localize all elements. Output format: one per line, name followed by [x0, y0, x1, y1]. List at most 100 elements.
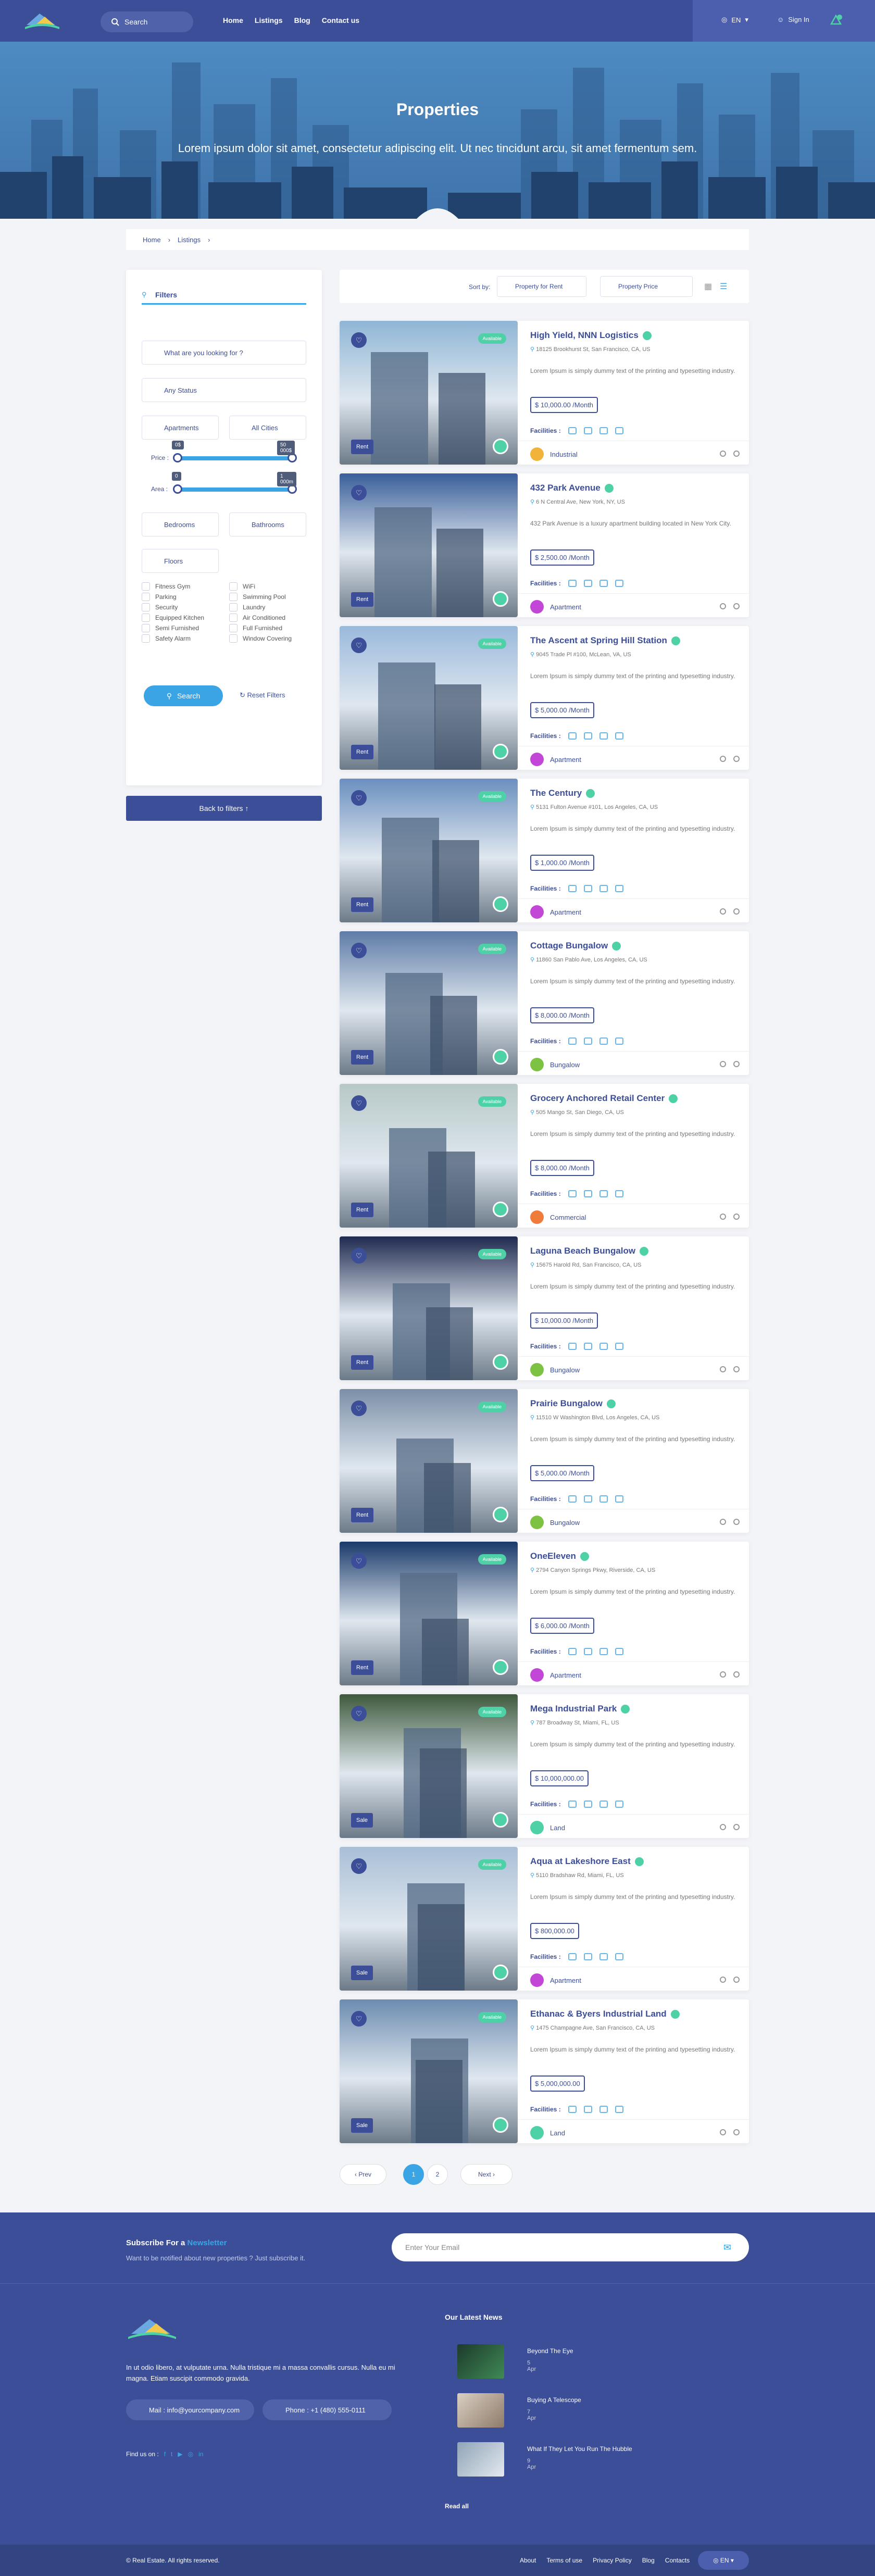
property-photo[interactable]: ♡ Available Rent: [340, 1236, 518, 1380]
category-tag[interactable]: Land: [530, 1821, 565, 1834]
zoom-icon[interactable]: [733, 1214, 740, 1220]
page-2-button[interactable]: 2: [427, 2164, 448, 2185]
footer-mail[interactable]: Mail : info@yourcompany.com: [126, 2399, 254, 2420]
map-pin-icon[interactable]: [720, 1366, 726, 1372]
footer-language-selector[interactable]: ◎ EN ▾: [698, 2551, 749, 2570]
property-photo[interactable]: ♡ Available Rent: [340, 321, 518, 465]
map-pin-icon[interactable]: [720, 756, 726, 762]
search-filters-button[interactable]: ⚲ Search: [144, 685, 223, 706]
agent-avatar[interactable]: [493, 1202, 508, 1217]
amenity-checkbox[interactable]: Laundry: [229, 603, 265, 611]
property-photo[interactable]: ♡ Available Rent: [340, 626, 518, 770]
category-tag[interactable]: Apartment: [530, 905, 581, 919]
favorite-button[interactable]: ♡: [351, 332, 367, 348]
nav-blog[interactable]: Blog: [294, 16, 310, 24]
amenity-checkbox[interactable]: Parking: [142, 593, 177, 601]
agent-avatar[interactable]: [493, 439, 508, 454]
property-photo[interactable]: ♡ Available Rent: [340, 1084, 518, 1228]
footer-link-blog[interactable]: Blog: [642, 2557, 655, 2564]
footer-link-terms[interactable]: Terms of use: [546, 2557, 582, 2564]
zoom-icon[interactable]: [733, 1671, 740, 1678]
back-to-filters-button[interactable]: Back to filters ↑: [126, 796, 322, 821]
listing-card[interactable]: ♡ Available Rent High Yield, NNN Logisti…: [340, 321, 749, 465]
listing-title[interactable]: OneEleven: [530, 1551, 589, 1561]
language-selector[interactable]: ◎ EN ▾: [721, 16, 748, 24]
area-min-handle[interactable]: [173, 484, 182, 494]
youtube-icon[interactable]: ▶: [178, 2450, 182, 2458]
listing-title[interactable]: The Century: [530, 788, 595, 798]
category-tag[interactable]: Apartment: [530, 1668, 581, 1682]
category-tag[interactable]: Bungalow: [530, 1058, 580, 1071]
zoom-icon[interactable]: [733, 1977, 740, 1983]
category-tag[interactable]: Bungalow: [530, 1363, 580, 1377]
category-tag[interactable]: Apartment: [530, 1973, 581, 1987]
page-1-button[interactable]: 1: [403, 2164, 424, 2185]
property-photo[interactable]: ♡ Available Rent: [340, 1542, 518, 1685]
keyword-input[interactable]: What are you looking for ?: [142, 341, 306, 365]
footer-link-about[interactable]: About: [520, 2557, 536, 2564]
zoom-icon[interactable]: [733, 756, 740, 762]
breadcrumb-home[interactable]: Home: [143, 236, 161, 244]
twitter-icon[interactable]: t: [171, 2450, 172, 2458]
property-photo[interactable]: ♡ Available Sale: [340, 1694, 518, 1838]
status-select[interactable]: Any Status: [142, 378, 306, 402]
sort-price-select[interactable]: Property Price: [600, 276, 693, 297]
newsletter-email-input[interactable]: Enter Your Email ✉: [392, 2233, 749, 2261]
listing-title[interactable]: Prairie Bungalow: [530, 1398, 616, 1409]
footer-logo[interactable]: [126, 2313, 178, 2344]
property-photo[interactable]: ♡ Rent: [340, 473, 518, 617]
favorite-button[interactable]: ♡: [351, 2011, 367, 2027]
bedrooms-select[interactable]: Bedrooms: [142, 512, 219, 536]
category-tag[interactable]: Commercial: [530, 1210, 586, 1224]
listing-card[interactable]: ♡ Available Rent The Century ⚲ 5131 Fult…: [340, 779, 749, 922]
favorite-button[interactable]: ♡: [351, 485, 367, 501]
favorite-button[interactable]: ♡: [351, 1858, 367, 1874]
property-photo[interactable]: ♡ Available Rent: [340, 931, 518, 1075]
map-pin-icon[interactable]: [720, 908, 726, 915]
property-photo[interactable]: ♡ Available Rent: [340, 1389, 518, 1533]
amenity-checkbox[interactable]: WiFi: [229, 582, 255, 591]
breadcrumb-listings[interactable]: Listings: [178, 236, 201, 244]
favorite-button[interactable]: ♡: [351, 790, 367, 806]
floors-select[interactable]: Floors: [142, 549, 219, 573]
amenity-checkbox[interactable]: Security: [142, 603, 178, 611]
zoom-icon[interactable]: [733, 1519, 740, 1525]
area-slider[interactable]: 0 1 000m: [172, 472, 297, 494]
listing-title[interactable]: High Yield, NNN Logistics: [530, 330, 652, 341]
listing-title[interactable]: Laguna Beach Bungalow: [530, 1246, 649, 1256]
listing-card[interactable]: ♡ Available Rent The Ascent at Spring Hi…: [340, 626, 749, 770]
prev-page-button[interactable]: ‹ Prev: [340, 2164, 386, 2185]
zoom-icon[interactable]: [733, 1824, 740, 1830]
agent-avatar[interactable]: [493, 1507, 508, 1522]
listing-title[interactable]: The Ascent at Spring Hill Station: [530, 635, 680, 646]
listing-card[interactable]: ♡ Available Rent Laguna Beach Bungalow ⚲…: [340, 1236, 749, 1380]
favorite-button[interactable]: ♡: [351, 1248, 367, 1264]
zoom-icon[interactable]: [733, 451, 740, 457]
search-button[interactable]: Search: [101, 11, 193, 32]
agent-avatar[interactable]: [493, 2117, 508, 2133]
category-tag[interactable]: Bungalow: [530, 1516, 580, 1529]
zoom-icon[interactable]: [733, 603, 740, 609]
listing-card[interactable]: ♡ Available Sale Mega Industrial Park ⚲ …: [340, 1694, 749, 1838]
agent-avatar[interactable]: [493, 1965, 508, 1980]
favorite-button[interactable]: ♡: [351, 637, 367, 653]
reset-filters-link[interactable]: ↻ Reset Filters: [240, 691, 285, 699]
amenity-checkbox[interactable]: Full Furnished: [229, 624, 282, 632]
city-select[interactable]: All Cities: [229, 416, 306, 440]
agent-avatar[interactable]: [493, 1049, 508, 1065]
send-mail-icon[interactable]: ✉: [723, 2242, 731, 2253]
grid-view-icon[interactable]: ▦: [704, 281, 712, 292]
price-min-handle[interactable]: [173, 453, 182, 462]
nav-home[interactable]: Home: [223, 16, 243, 24]
read-all-link[interactable]: Read all: [445, 2503, 469, 2510]
list-view-icon[interactable]: ☰: [720, 281, 727, 292]
listing-title[interactable]: Mega Industrial Park: [530, 1704, 630, 1714]
agent-avatar[interactable]: [493, 1812, 508, 1828]
sort-type-select[interactable]: Property for Rent: [497, 276, 586, 297]
add-property-icon[interactable]: [828, 12, 844, 28]
map-pin-icon[interactable]: [720, 1824, 726, 1830]
map-pin-icon[interactable]: [720, 1214, 726, 1220]
signin-link[interactable]: ☺ Sign In: [777, 16, 809, 23]
listing-title[interactable]: 432 Park Avenue: [530, 483, 614, 493]
listing-card[interactable]: ♡ Available Rent Cottage Bungalow ⚲ 1186…: [340, 931, 749, 1075]
